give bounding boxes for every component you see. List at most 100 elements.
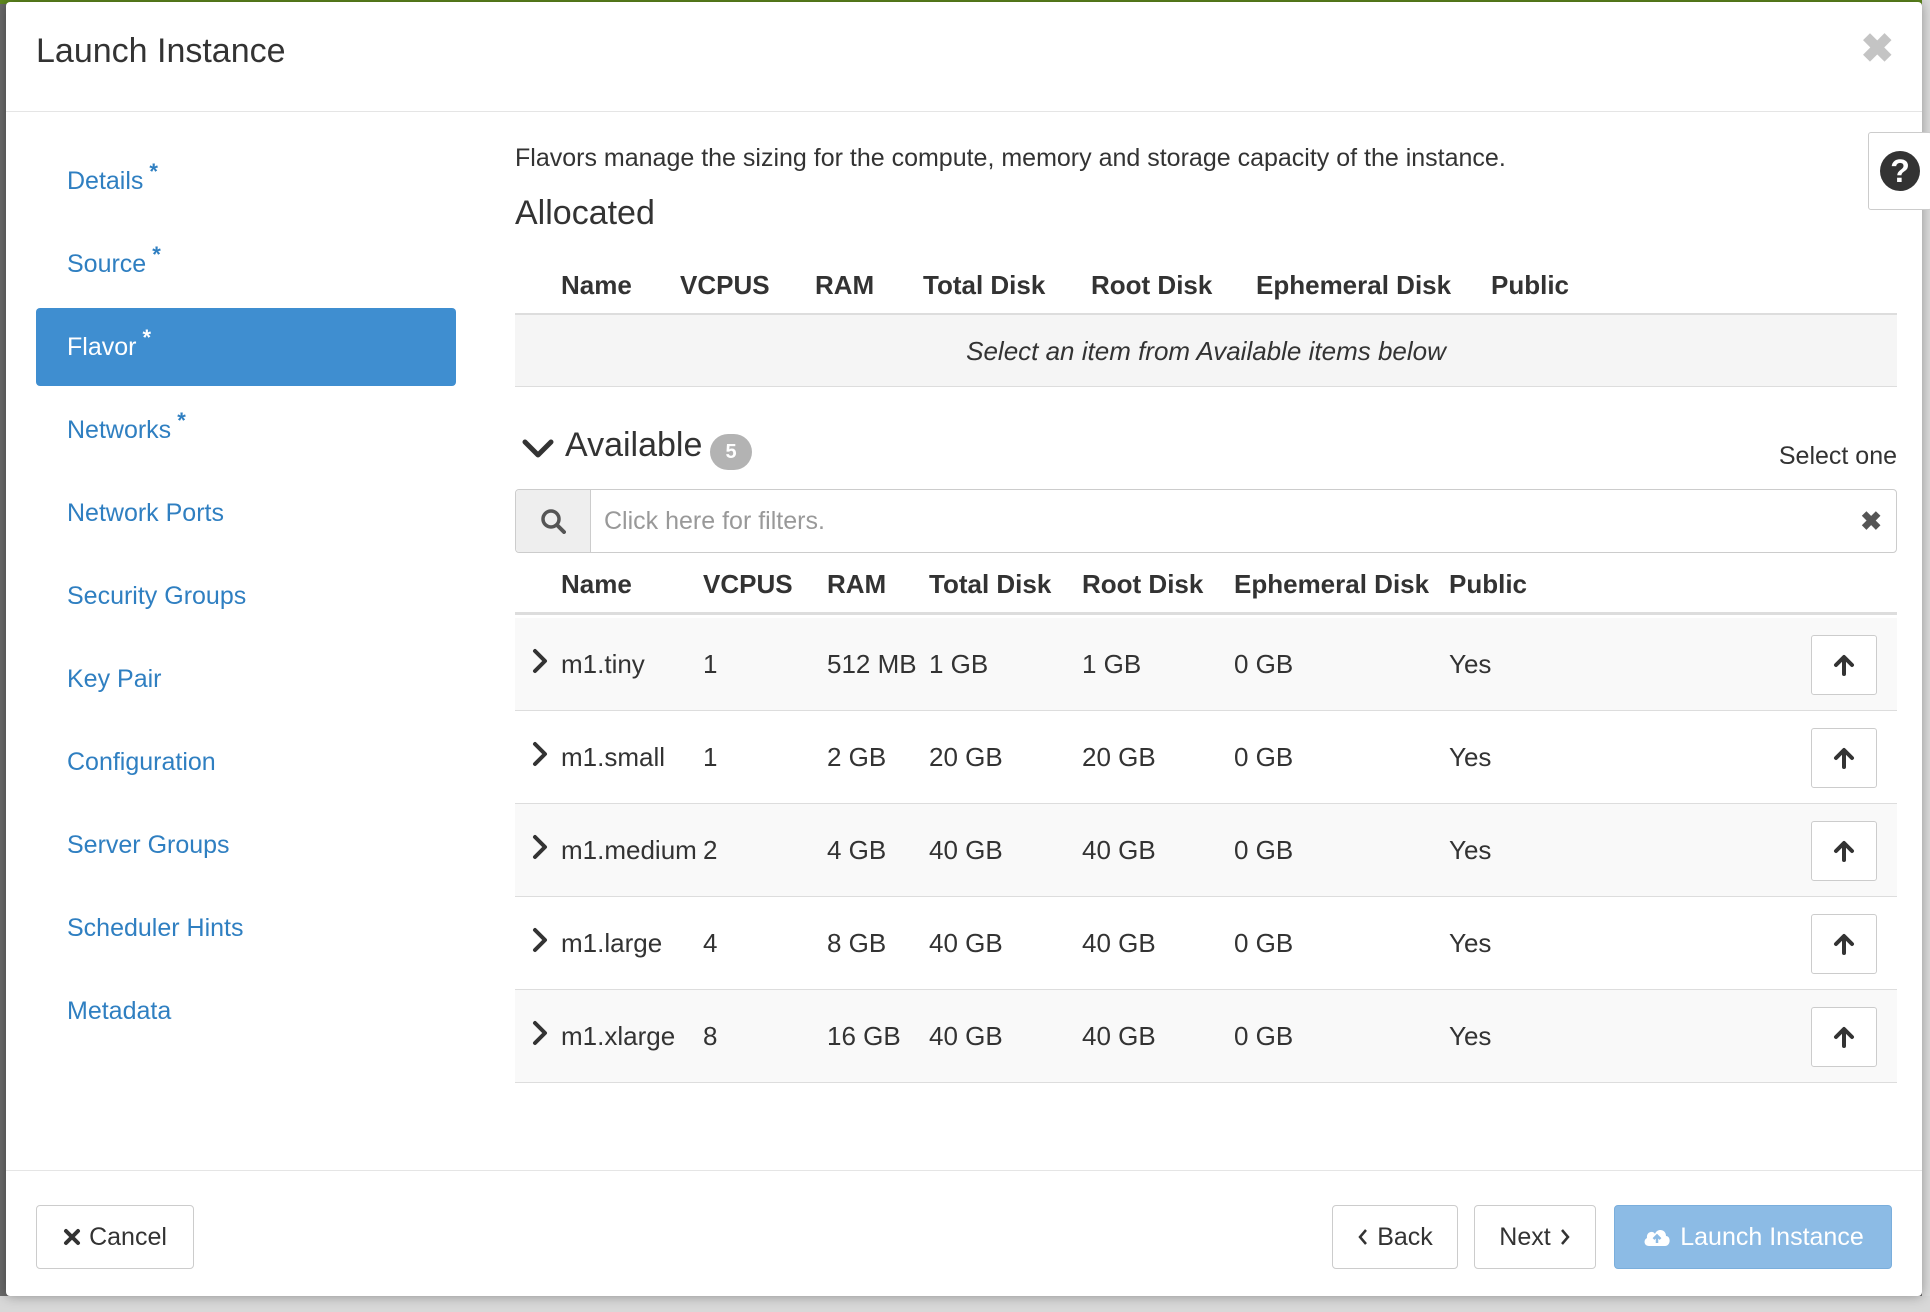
cell-root-disk: 20 GB: [1082, 742, 1156, 772]
cell-public: Yes: [1449, 649, 1492, 679]
allocate-button[interactable]: [1811, 914, 1877, 974]
arrow-up-icon: [1834, 1027, 1854, 1048]
column-header[interactable]: Name: [561, 569, 632, 600]
column-header[interactable]: VCPUS: [703, 569, 793, 600]
cell-public: Yes: [1449, 835, 1492, 865]
cell-total-disk: 40 GB: [929, 835, 1003, 865]
cell-public: Yes: [1449, 742, 1492, 772]
chevron-right-icon[interactable]: [529, 925, 551, 955]
sidebar-item-metadata[interactable]: Metadata: [36, 972, 456, 1050]
sidebar-item-label: Network Ports: [67, 499, 224, 527]
sidebar-item-server-groups[interactable]: Server Groups: [36, 806, 456, 884]
sidebar-item-security-groups[interactable]: Security Groups: [36, 557, 456, 635]
wizard-sidebar: Details * Source * Flavor * Networks * Netwo…: [36, 142, 456, 1055]
arrow-up-icon: [1834, 748, 1854, 769]
times-icon: [64, 1229, 81, 1245]
column-header: Public: [1491, 270, 1570, 300]
chevron-right-icon[interactable]: [529, 739, 551, 769]
cell-root-disk: 40 GB: [1082, 928, 1156, 958]
sidebar-item-networks[interactable]: Networks *: [36, 391, 456, 469]
help-button[interactable]: ?: [1868, 132, 1930, 210]
column-header[interactable]: Ephemeral Disk: [1234, 569, 1429, 600]
table-row[interactable]: m1.tiny 1 512 MB 1 GB 1 GB 0 GB Yes: [515, 618, 1897, 711]
next-label: Next: [1499, 1222, 1551, 1251]
cloud-upload-icon: [1644, 1230, 1670, 1246]
available-table-header: Name VCPUS RAM Total Disk Root Disk Ephe…: [515, 553, 1897, 615]
cell-ephemeral-disk: 0 GB: [1234, 928, 1294, 958]
launch-instance-button[interactable]: Launch Instance: [1614, 1205, 1892, 1269]
cell-ephemeral-disk: 0 GB: [1234, 649, 1294, 679]
arrow-up-icon: [1834, 655, 1854, 676]
close-icon[interactable]: ✖: [1860, 26, 1894, 72]
sidebar-item-scheduler-hints[interactable]: Scheduler Hints: [36, 889, 456, 967]
allocate-button[interactable]: [1811, 821, 1877, 881]
cancel-button[interactable]: Cancel: [36, 1205, 194, 1269]
chevron-right-icon[interactable]: [529, 646, 551, 676]
column-header[interactable]: Total Disk: [929, 569, 1051, 600]
table-row[interactable]: m1.large 4 8 GB 40 GB 40 GB 0 GB Yes: [515, 897, 1897, 990]
modal-footer: Cancel Back Next Launch Instance: [6, 1170, 1922, 1296]
cell-vcpus: 4: [703, 928, 718, 958]
filter-bar: ✖: [515, 489, 1897, 553]
cell-ephemeral-disk: 0 GB: [1234, 1021, 1294, 1051]
cell-total-disk: 40 GB: [929, 928, 1003, 958]
filter-input[interactable]: [602, 500, 1822, 542]
required-marker: *: [177, 408, 186, 433]
arrow-up-icon: [1834, 841, 1854, 862]
allocated-table-header: Name VCPUS RAM Total Disk Root Disk Ephe…: [515, 254, 1897, 316]
cell-ram: 16 GB: [827, 1021, 901, 1051]
cell-public: Yes: [1449, 1021, 1492, 1051]
cell-name: m1.medium: [561, 835, 697, 865]
cell-name: m1.tiny: [561, 649, 645, 679]
chevron-left-icon: [1358, 1229, 1368, 1245]
allocate-button[interactable]: [1811, 635, 1877, 695]
column-header: Root Disk: [1091, 270, 1213, 300]
back-button[interactable]: Back: [1332, 1205, 1458, 1269]
chevron-down-icon[interactable]: [521, 432, 555, 466]
sidebar-item-key-pair[interactable]: Key Pair: [36, 640, 456, 718]
cell-vcpus: 1: [703, 649, 718, 679]
background-page-bottom: [0, 1296, 1930, 1312]
sidebar-item-configuration[interactable]: Configuration: [36, 723, 456, 801]
available-header[interactable]: Available 5 Select one: [515, 422, 1897, 482]
cell-ephemeral-disk: 0 GB: [1234, 835, 1294, 865]
column-header: Total Disk: [923, 270, 1046, 300]
clear-filter-icon[interactable]: ✖: [1860, 506, 1882, 537]
cell-vcpus: 1: [703, 742, 718, 772]
launch-instance-modal: Launch Instance ✖ Details * Source * Flavo…: [6, 2, 1930, 1296]
cell-total-disk: 1 GB: [929, 649, 989, 679]
column-header: VCPUS: [680, 270, 770, 300]
column-header[interactable]: Root Disk: [1082, 569, 1203, 600]
back-label: Back: [1377, 1222, 1433, 1251]
allocate-button[interactable]: [1811, 1007, 1877, 1067]
cell-root-disk: 40 GB: [1082, 835, 1156, 865]
cell-total-disk: 20 GB: [929, 742, 1003, 772]
select-one-hint: Select one: [1778, 442, 1897, 470]
table-row[interactable]: m1.small 1 2 GB 20 GB 20 GB 0 GB Yes: [515, 711, 1897, 804]
sidebar-item-flavor[interactable]: Flavor *: [36, 308, 456, 386]
chevron-right-icon[interactable]: [529, 1018, 551, 1048]
sidebar-item-label: Scheduler Hints: [67, 914, 244, 942]
cell-name: m1.small: [561, 742, 666, 772]
sidebar-item-details[interactable]: Details *: [36, 142, 456, 220]
table-row[interactable]: m1.medium 2 4 GB 40 GB 40 GB 0 GB Yes: [515, 804, 1897, 897]
cell-ram: 4 GB: [827, 835, 887, 865]
step-description: Flavors manage the sizing for the comput…: [515, 144, 1506, 172]
sidebar-item-label: Configuration: [67, 748, 216, 776]
question-circle-icon: ?: [1880, 151, 1920, 191]
allocated-empty-message: Select an item from Available items belo…: [515, 315, 1897, 387]
sidebar-item-network-ports[interactable]: Network Ports: [36, 474, 456, 552]
modal-title: Launch Instance: [36, 32, 286, 70]
column-header[interactable]: Public: [1449, 569, 1527, 600]
column-header[interactable]: RAM: [827, 569, 886, 600]
available-title: Available: [565, 426, 703, 464]
allocate-button[interactable]: [1811, 728, 1877, 788]
chevron-right-icon[interactable]: [529, 832, 551, 862]
sidebar-item-label: Server Groups: [67, 831, 230, 859]
cell-public: Yes: [1449, 928, 1492, 958]
cell-ram: 2 GB: [827, 742, 887, 772]
table-row[interactable]: m1.xlarge 8 16 GB 40 GB 40 GB 0 GB Yes: [515, 990, 1897, 1083]
sidebar-item-source[interactable]: Source *: [36, 225, 456, 303]
next-button[interactable]: Next: [1474, 1205, 1596, 1269]
modal-header: Launch Instance ✖: [6, 2, 1922, 112]
